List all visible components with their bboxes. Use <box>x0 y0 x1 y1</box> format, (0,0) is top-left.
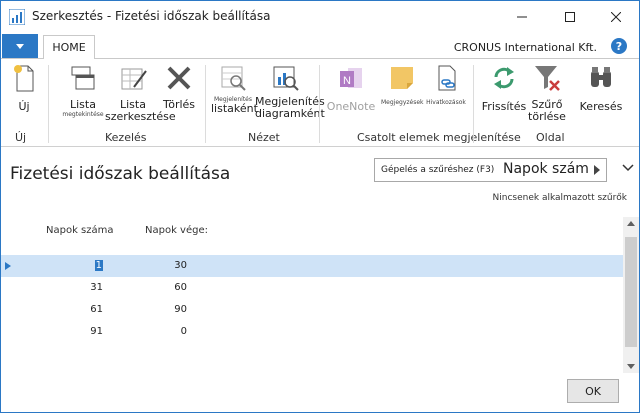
notes-label: Megjegyzések <box>381 99 424 106</box>
maximize-button[interactable] <box>547 1 593 33</box>
collapse-chevron-icon[interactable] <box>621 161 635 175</box>
cell-days[interactable]: 91 <box>61 326 103 337</box>
application-menu-button[interactable] <box>2 34 38 58</box>
clear-filter-button[interactable]: Szűrő törlése <box>527 63 567 123</box>
scrollbar-thumb[interactable] <box>625 237 637 347</box>
chevron-down-icon <box>16 43 24 49</box>
group-page-label: Oldal <box>536 131 565 144</box>
onenote-icon: N <box>340 68 362 88</box>
tab-home[interactable]: HOME <box>43 35 95 60</box>
find-button[interactable]: Keresés <box>577 63 625 113</box>
cell-days[interactable]: 61 <box>61 304 103 315</box>
edit-list-icon <box>121 68 147 90</box>
edit-list-label2: szerkesztése <box>105 110 176 123</box>
show-as-chart-icon <box>273 66 299 91</box>
new-document-icon <box>14 65 34 92</box>
table-row[interactable]: 31 60 <box>1 277 623 299</box>
window-title: Szerkesztés - Fizetési időszak beállítás… <box>32 9 271 23</box>
cell-end[interactable]: 0 <box>131 326 187 337</box>
table-row[interactable]: 1 30 <box>1 255 623 277</box>
no-filters-text: Nincsenek alkalmazott szűrők <box>492 193 627 203</box>
show-as-chart-label2: diagramként <box>255 107 325 120</box>
clear-filter-icon <box>535 66 560 91</box>
company-name: CRONUS International Kft. <box>453 41 597 54</box>
ribbon: Új Új Lista megtekintése Lista szerkeszt… <box>1 59 639 147</box>
table-row[interactable]: 91 0 <box>1 321 623 343</box>
page-title: Fizetési időszak beállítása <box>10 164 231 184</box>
vertical-scrollbar[interactable] <box>623 217 639 373</box>
group-new-label: Új <box>15 131 27 144</box>
delete-button[interactable]: Törlés <box>161 63 197 111</box>
new-label: Új <box>18 100 30 113</box>
list-label: Lista <box>70 98 96 111</box>
ribbon-separator <box>473 65 474 143</box>
delete-label: Törlés <box>162 98 196 111</box>
clear-filter-label2: törlése <box>528 110 566 123</box>
close-icon <box>611 12 621 22</box>
ribbon-separator <box>319 65 320 143</box>
refresh-label: Frissítés <box>481 100 527 113</box>
show-as-list-icon <box>221 66 246 91</box>
filter-field-select[interactable]: Napok száma <box>503 161 589 177</box>
list-sub-label: megtekintése <box>62 111 104 118</box>
dialog-window: Szerkesztés - Fizetési időszak beállítás… <box>0 0 640 413</box>
minimize-button[interactable] <box>499 1 545 33</box>
column-header-end[interactable]: Napok vége: <box>145 225 208 236</box>
scroll-up-icon[interactable] <box>627 221 635 226</box>
filter-box[interactable]: Gépelés a szűréshez (F3) Napok száma <box>374 158 607 182</box>
show-as-chart-button[interactable]: Megjelenítés diagramként <box>255 63 325 120</box>
maximize-icon <box>565 12 575 22</box>
edit-list-button[interactable]: Lista szerkesztése <box>105 63 176 123</box>
minimize-icon <box>517 16 527 18</box>
table-row[interactable]: 61 90 <box>1 299 623 321</box>
svg-text:N: N <box>343 75 351 87</box>
links-icon <box>438 65 456 91</box>
cell-end[interactable]: 30 <box>131 260 187 271</box>
column-header-days[interactable]: Napok száma <box>46 225 114 236</box>
chevron-right-icon[interactable] <box>592 165 602 175</box>
notes-icon <box>391 67 413 89</box>
links-label: Hivatkozások <box>426 99 466 106</box>
list-view-icon <box>71 66 95 90</box>
onenote-label: OneNote <box>326 100 376 113</box>
help-icon[interactable]: ? <box>611 38 627 54</box>
ribbon-separator <box>48 65 49 143</box>
app-icon <box>9 9 25 25</box>
cell-days[interactable]: 1 <box>61 260 103 271</box>
ribbon-tab-row: HOME CRONUS International Kft. ? <box>1 33 639 60</box>
view-list-button[interactable]: Lista megtekintése <box>61 63 105 118</box>
group-attached-label: Csatolt elemek megjelenítése <box>357 131 521 144</box>
cell-end[interactable]: 60 <box>131 282 187 293</box>
cell-days-value[interactable]: 1 <box>94 260 103 271</box>
filter-input-label[interactable]: Gépelés a szűréshez (F3) <box>381 165 494 175</box>
links-button[interactable]: Hivatkozások <box>423 63 469 106</box>
binoculars-icon <box>591 67 611 87</box>
notes-button[interactable]: Megjegyzések <box>381 63 424 106</box>
refresh-icon <box>494 67 514 89</box>
cell-days[interactable]: 31 <box>61 282 103 293</box>
refresh-button[interactable]: Frissítés <box>481 63 527 113</box>
ribbon-separator <box>205 65 206 143</box>
show-as-list-label: listaként <box>211 102 258 115</box>
close-button[interactable] <box>593 1 639 33</box>
new-button[interactable]: Új <box>9 63 39 113</box>
row-selector-icon[interactable] <box>1 255 15 277</box>
group-manage-label: Kezelés <box>105 131 147 144</box>
delete-icon <box>167 66 191 90</box>
cell-end[interactable]: 90 <box>131 304 187 315</box>
group-view-label: Nézet <box>248 131 280 144</box>
show-as-list-button[interactable]: Megjelenítés listaként <box>211 63 258 115</box>
onenote-button[interactable]: N OneNote <box>325 63 377 113</box>
title-bar: Szerkesztés - Fizetési időszak beállítás… <box>1 1 639 33</box>
find-label: Keresés <box>579 100 623 113</box>
scroll-down-icon[interactable] <box>627 364 635 369</box>
ok-button[interactable]: OK <box>567 379 619 403</box>
